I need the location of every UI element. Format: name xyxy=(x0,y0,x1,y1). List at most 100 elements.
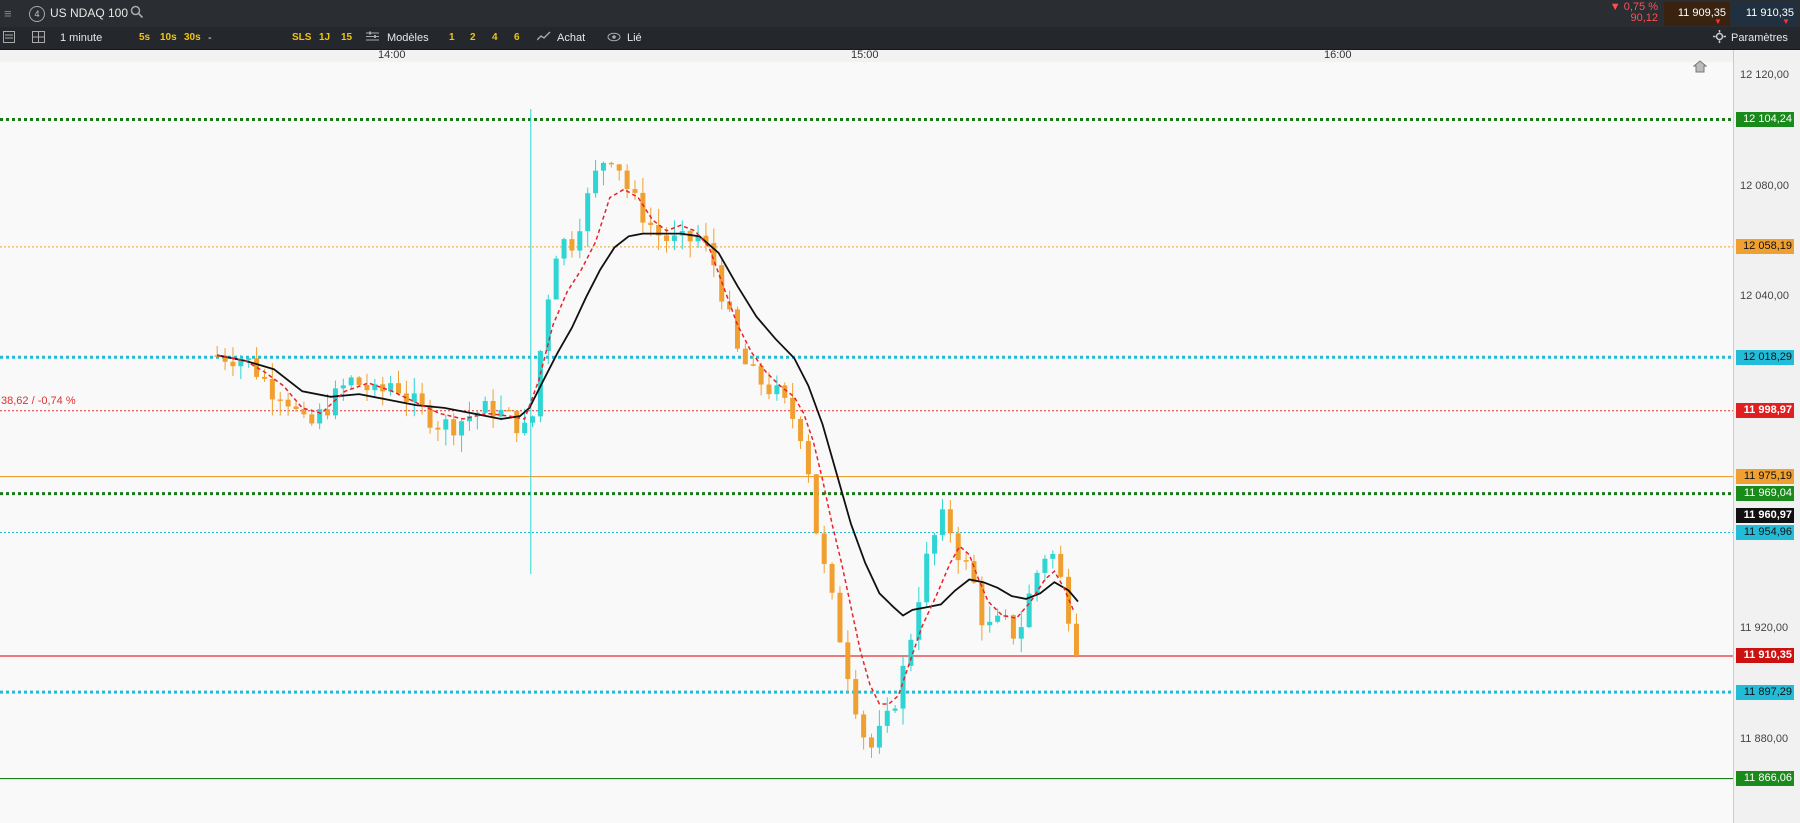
candle-body-92 xyxy=(939,509,945,536)
down-arrow-icon-2: ▼ xyxy=(1782,17,1790,26)
candle-body-84 xyxy=(876,725,882,748)
gear-icon[interactable] xyxy=(1713,27,1726,49)
candle-body-43 xyxy=(553,258,559,300)
chip-sls[interactable]: SLS xyxy=(292,27,311,49)
candlestick-chart: 38,62 / -0,74 % xyxy=(0,109,1733,780)
level-tag-10: 11 866,06 xyxy=(1736,771,1794,787)
candle-body-54 xyxy=(640,192,646,223)
buy-chart-icon[interactable] xyxy=(536,27,551,49)
candle-body-77 xyxy=(821,533,827,564)
price-levels-layer xyxy=(0,117,1733,780)
price-tick-3: 11 920,00 xyxy=(1740,622,1789,635)
candle-body-17 xyxy=(348,377,354,386)
interval-5s[interactable]: 5s xyxy=(139,27,150,49)
instrument-name[interactable]: US NDAQ 100 xyxy=(50,0,128,27)
candle-body-60 xyxy=(687,231,693,242)
candle-body-68 xyxy=(750,364,756,366)
candle-body-9 xyxy=(285,399,291,407)
candle-body-85 xyxy=(884,710,890,726)
candle-body-78 xyxy=(829,563,835,593)
candle-body-53 xyxy=(632,189,638,193)
candle-body-34 xyxy=(482,400,488,413)
level-tag-8: 11 910,35 xyxy=(1736,648,1794,664)
models-button[interactable]: Modèles xyxy=(387,27,429,49)
moving-averages-layer xyxy=(217,188,1079,705)
candle-body-14 xyxy=(325,409,331,416)
level-tag-1: 12 058,19 xyxy=(1736,239,1794,255)
candle-body-58 xyxy=(671,235,677,241)
price-tick-1: 12 080,00 xyxy=(1740,179,1789,192)
buy-button[interactable]: Achat xyxy=(557,27,585,49)
layout-4[interactable]: 4 xyxy=(492,27,498,49)
menu-icon[interactable]: ≡ xyxy=(4,0,12,27)
candle-body-71 xyxy=(774,385,780,395)
candle-body-83 xyxy=(868,737,874,748)
candle-body-69 xyxy=(758,365,764,385)
models-sliders-icon[interactable] xyxy=(366,27,379,49)
level-tag-5: 11 969,04 xyxy=(1736,486,1794,502)
candle-body-102 xyxy=(1018,627,1024,639)
chip-15[interactable]: 15 xyxy=(341,27,352,49)
layout-1[interactable]: 1 xyxy=(449,27,455,49)
ma-slow-line xyxy=(217,232,1079,617)
level-tag-2: 12 018,29 xyxy=(1736,349,1794,365)
candle-body-42 xyxy=(545,299,551,351)
ma-fast-line xyxy=(217,188,1074,705)
time-tick-1500: 15:00 xyxy=(851,49,879,61)
grid-layout-icon[interactable] xyxy=(32,27,45,49)
candle-body-73 xyxy=(790,397,796,419)
candle-body-52 xyxy=(624,170,630,190)
price-tick-2: 12 040,00 xyxy=(1740,290,1789,303)
candle-body-81 xyxy=(853,679,859,715)
layout-6[interactable]: 6 xyxy=(514,27,520,49)
candle-body-109 xyxy=(1073,623,1079,656)
candle-body-93 xyxy=(947,509,953,534)
candle-body-97 xyxy=(979,582,985,626)
down-arrow-icon: ▼ xyxy=(1714,17,1722,26)
candle-body-18 xyxy=(356,377,362,386)
candle-body-106 xyxy=(1050,553,1056,559)
candle-body-57 xyxy=(664,235,670,241)
candle-body-99 xyxy=(995,615,1001,622)
price-axis xyxy=(1733,50,1800,823)
chart-toolbar: 1 minute 5s 10s 30s - SLS 1J 15 Modèles … xyxy=(0,27,1800,50)
candle-body-30 xyxy=(451,419,457,436)
chip-1j[interactable]: 1J xyxy=(319,27,330,49)
candle-body-37 xyxy=(506,409,512,412)
change-abs: 90,12 xyxy=(1630,12,1658,24)
timeframe-select[interactable]: 1 minute xyxy=(60,27,102,49)
candle-body-86 xyxy=(892,708,898,711)
candle-body-13 xyxy=(317,409,323,424)
linked-button[interactable]: Lié xyxy=(627,27,642,49)
candle-body-48 xyxy=(593,170,599,194)
candle-body-90 xyxy=(924,553,930,603)
change-pill: ▼ 0,75 % 90,12 xyxy=(1600,2,1662,26)
candle-body-91 xyxy=(932,535,938,554)
level-tag-9: 11 897,29 xyxy=(1736,684,1794,700)
candle-body-8 xyxy=(277,399,283,401)
candle-body-26 xyxy=(419,393,425,406)
level-tag-6: 11 960,97 xyxy=(1736,508,1794,524)
candles-layer xyxy=(214,109,1079,758)
panel-icon[interactable] xyxy=(3,27,15,49)
chart-annotation: 38,62 / -0,74 % xyxy=(1,395,76,407)
layout-2[interactable]: 2 xyxy=(470,27,476,49)
index-badge: 4 xyxy=(29,0,45,27)
settings-button[interactable]: Paramètres xyxy=(1731,27,1788,49)
candle-body-31 xyxy=(459,421,465,436)
candle-body-28 xyxy=(435,427,441,430)
candle-body-2 xyxy=(230,361,236,367)
candle-body-74 xyxy=(798,418,804,442)
level-tag-3: 11 998,97 xyxy=(1736,403,1794,419)
search-icon[interactable] xyxy=(130,0,144,27)
candle-body-45 xyxy=(569,239,575,251)
time-tick-1600: 16:00 xyxy=(1324,49,1352,61)
candle-body-38 xyxy=(514,410,520,434)
eye-icon[interactable] xyxy=(607,27,621,49)
candle-body-79 xyxy=(837,592,843,643)
candle-body-12 xyxy=(309,414,315,424)
interval-10s[interactable]: 10s xyxy=(160,27,177,49)
candle-body-101 xyxy=(1010,615,1016,639)
candle-body-10 xyxy=(293,406,299,410)
interval-30s[interactable]: 30s xyxy=(184,27,201,49)
